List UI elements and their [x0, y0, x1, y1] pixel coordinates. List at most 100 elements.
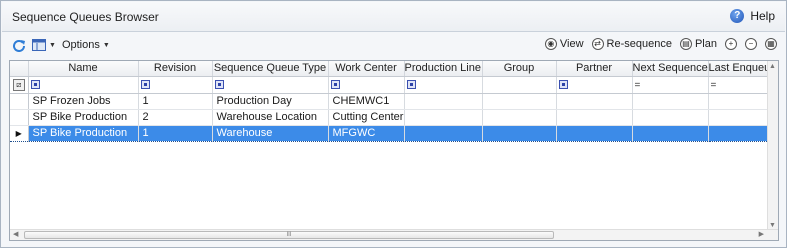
cell-production-line[interactable]	[404, 125, 483, 142]
view-button[interactable]: ◉ View	[544, 38, 584, 50]
cell-last-enqueue-seq[interactable]	[708, 125, 770, 142]
table-row-selected[interactable]: ▶ SP Bike Production 1 Warehouse MFGWC	[10, 125, 770, 142]
cell-revision[interactable]: 1	[138, 125, 213, 142]
add-icon[interactable]: +	[725, 38, 737, 50]
column-header-next-sequence[interactable]: Next Sequence	[632, 61, 709, 77]
column-header-revision[interactable]: Revision	[138, 61, 213, 77]
current-row-arrow-icon: ▶	[15, 129, 22, 138]
filter-operator-icon[interactable]	[140, 80, 150, 90]
cell-work-center[interactable]: Cutting Center	[328, 109, 405, 126]
help-label: Help	[750, 9, 775, 23]
cell-partner[interactable]	[556, 109, 633, 126]
column-header-sequence-queue-type[interactable]: Sequence Queue Type	[212, 61, 329, 77]
view-label: View	[559, 38, 584, 50]
filter-cell-group[interactable]	[482, 76, 557, 94]
plan-icon: ▤	[679, 38, 692, 50]
cell-work-center[interactable]: CHEMWC1	[328, 93, 405, 110]
layout-icon	[32, 39, 46, 51]
table-row[interactable]: SP Bike Production 2 Warehouse Location …	[10, 109, 770, 126]
row-selector[interactable]: ▶	[10, 125, 29, 142]
grid-settings-icon[interactable]: ▦	[765, 38, 777, 50]
sequence-queues-grid: Name Revision Sequence Queue Type Work C…	[9, 60, 779, 241]
refresh-icon[interactable]	[12, 38, 26, 52]
cell-name[interactable]: SP Bike Production	[28, 109, 139, 126]
cell-sequence-queue-type[interactable]: Production Day	[212, 93, 329, 110]
filter-row: ⧄ = =	[10, 76, 770, 94]
cell-name[interactable]: SP Bike Production	[28, 125, 139, 142]
help-icon: ?	[730, 9, 745, 23]
cell-work-center[interactable]: MFGWC	[328, 125, 405, 142]
clear-filter-icon: ⧄	[12, 79, 25, 91]
remove-icon[interactable]: −	[745, 38, 757, 50]
filter-operator-icon[interactable]	[330, 80, 340, 90]
scroll-down-icon[interactable]: ▼	[769, 222, 776, 229]
filter-cell-last-enqueue-seq[interactable]: =	[708, 76, 770, 94]
cell-production-line[interactable]	[404, 109, 483, 126]
options-label: Options	[61, 39, 100, 51]
help-button[interactable]: ? Help	[730, 9, 775, 23]
sequence-queues-browser-window: Sequence Queues Browser ? Help ▼ Options	[0, 0, 787, 248]
column-header-group[interactable]: Group	[482, 61, 557, 77]
cell-next-sequence[interactable]	[632, 109, 709, 126]
filter-operator-icon[interactable]	[406, 80, 416, 90]
cell-sequence-queue-type[interactable]: Warehouse Location	[212, 109, 329, 126]
cell-partner[interactable]	[556, 125, 633, 142]
filter-cell-name[interactable]	[28, 76, 139, 94]
cell-next-sequence[interactable]	[632, 125, 709, 142]
cell-next-sequence[interactable]	[632, 93, 709, 110]
filter-cell-production-line[interactable]	[404, 76, 483, 94]
horizontal-scroll-thumb[interactable]: III	[24, 231, 554, 239]
options-menu-button[interactable]: Options ▼	[62, 39, 110, 51]
scroll-left-icon[interactable]: ◀	[13, 230, 18, 238]
column-header-partner[interactable]: Partner	[556, 61, 633, 77]
cell-revision[interactable]: 2	[138, 109, 213, 126]
horizontal-scrollbar[interactable]: ◀ III ▶	[10, 229, 778, 240]
cell-name[interactable]: SP Frozen Jobs	[28, 93, 139, 110]
scroll-thumb-grip: III	[286, 232, 292, 238]
cell-last-enqueue-seq[interactable]	[708, 109, 770, 126]
filter-cell-sequence-queue-type[interactable]	[212, 76, 329, 94]
column-header-last-enqueue-seq[interactable]: Last Enqueue Seq	[708, 61, 770, 77]
scroll-right-icon[interactable]: ▶	[759, 230, 764, 238]
clear-filter-cell[interactable]: ⧄	[10, 76, 29, 94]
plan-button[interactable]: ▤ Plan	[679, 38, 717, 50]
filter-operator-icon[interactable]	[558, 80, 568, 90]
resequence-icon: ⇄	[591, 38, 604, 50]
column-header-work-center[interactable]: Work Center	[328, 61, 405, 77]
resequence-label: Re-sequence	[606, 38, 672, 50]
filter-cell-work-center[interactable]	[328, 76, 405, 94]
filter-operator-equals[interactable]: =	[635, 80, 641, 91]
filter-cell-next-sequence[interactable]: =	[632, 76, 709, 94]
cell-revision[interactable]: 1	[138, 93, 213, 110]
cell-group[interactable]	[482, 93, 557, 110]
row-selector[interactable]	[10, 109, 29, 126]
table-row[interactable]: SP Frozen Jobs 1 Production Day CHEMWC1	[10, 93, 770, 110]
column-header-production-line[interactable]: Production Line N	[404, 61, 483, 77]
filter-operator-icon[interactable]	[214, 80, 224, 90]
cell-last-enqueue-seq[interactable]	[708, 93, 770, 110]
vertical-scrollbar[interactable]: ▲ ▼	[767, 61, 778, 231]
cell-group[interactable]	[482, 125, 557, 142]
grid-table: Name Revision Sequence Queue Type Work C…	[10, 61, 770, 142]
scroll-up-icon[interactable]: ▲	[769, 63, 776, 70]
title-bar: Sequence Queues Browser ? Help	[2, 2, 785, 32]
toolbar: ▼ Options ▼ ◉ View ⇄ Re-sequence ▤ Plan …	[2, 34, 785, 58]
row-selector[interactable]	[10, 93, 29, 110]
plan-label: Plan	[694, 38, 717, 50]
cell-production-line[interactable]	[404, 93, 483, 110]
view-icon: ◉	[544, 38, 557, 50]
cell-group[interactable]	[482, 109, 557, 126]
header-row: Name Revision Sequence Queue Type Work C…	[10, 61, 770, 77]
layout-menu-button[interactable]: ▼	[32, 39, 56, 51]
filter-cell-revision[interactable]	[138, 76, 213, 94]
column-header-name[interactable]: Name	[28, 61, 139, 77]
chevron-down-icon: ▼	[49, 41, 56, 49]
row-selector-header	[10, 61, 29, 77]
window-title: Sequence Queues Browser	[12, 10, 159, 24]
filter-operator-equals[interactable]: =	[711, 80, 717, 91]
filter-cell-partner[interactable]	[556, 76, 633, 94]
cell-partner[interactable]	[556, 93, 633, 110]
resequence-button[interactable]: ⇄ Re-sequence	[591, 38, 672, 50]
filter-operator-icon[interactable]	[30, 80, 40, 90]
cell-sequence-queue-type[interactable]: Warehouse	[212, 125, 329, 142]
